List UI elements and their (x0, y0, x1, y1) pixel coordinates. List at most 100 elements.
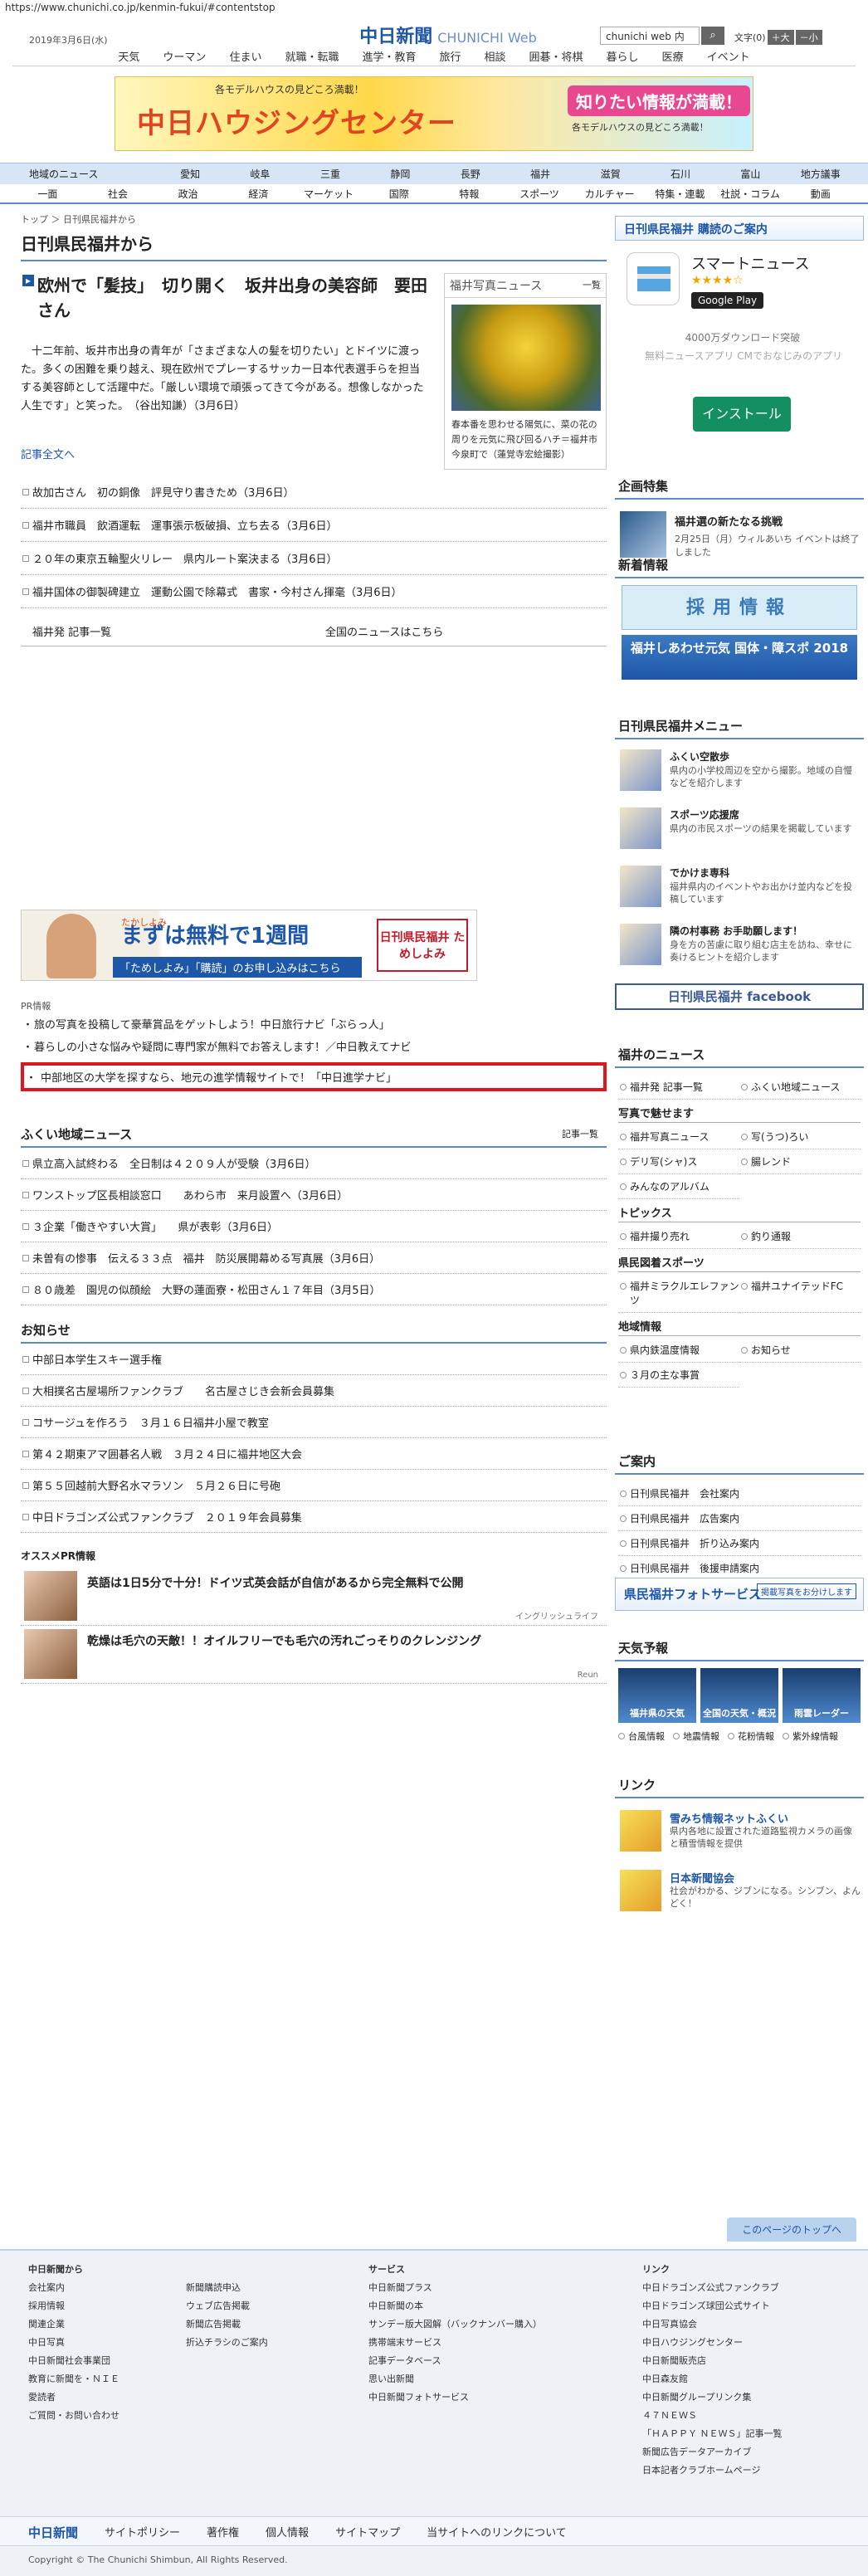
sidebar-link[interactable]: 福井ユナイテッドFC (739, 1274, 861, 1313)
region-nav-item[interactable]: 岐阜 (225, 163, 295, 185)
footer-link[interactable]: 中日ドラゴンズ公式ファンクラブ (642, 2279, 841, 2297)
national-news-link[interactable]: 全国のニュースはこちら (314, 623, 607, 639)
sidebar-link[interactable]: デリ写(シャ)ス (618, 1149, 739, 1174)
photo-news-caption[interactable]: 春本番を思わせる陽気に、菜の花の周りを元気に飛び回るハチ＝福井市今泉町で（蓮覚寺… (445, 417, 606, 469)
headline[interactable]: 欧州で「髪技」 切り開く 坂井出身の美容師 要田さん (21, 273, 427, 323)
breadcrumb[interactable]: トップ ＞ 日刊県民福井から (21, 212, 607, 226)
font-increase-button[interactable]: ＋大 (767, 30, 794, 45)
local-news-more-link[interactable]: 記事一覧 (562, 1127, 598, 1140)
global-nav-item[interactable]: 相談 (473, 46, 518, 66)
category-nav-item[interactable]: 特集・連載 (645, 184, 715, 204)
global-nav-item[interactable]: 就職・転職 (273, 46, 350, 66)
category-nav-item[interactable]: 特報 (434, 184, 505, 204)
app-ad[interactable]: スマートニュース ★★★★☆ Google Play 4000万ダウンロード突破… (615, 241, 864, 432)
font-decrease-button[interactable]: －小 (795, 30, 822, 45)
weather-tile[interactable]: 雨雲レーダー (783, 1668, 861, 1723)
region-nav-item[interactable]: 三重 (295, 163, 365, 185)
recommended-text[interactable]: 英語は1日5分で十分！ドイツ式英会話が自信があるから完全無料で公開 (87, 1574, 463, 1591)
weather-tile[interactable]: 全国の天気・概況 (700, 1668, 778, 1723)
footer-link[interactable]: 携帯端末サービス (368, 2334, 642, 2352)
pr-item[interactable]: 暮らしの小さな悩みや疑問に専門家が無料でお答えします！／中日教えてナビ (21, 1035, 607, 1057)
local-news-item[interactable]: ワンストップ区長相談窓口 あわら市 来月設置へ（3月6日） (21, 1179, 607, 1211)
global-nav-item[interactable]: ウーマン (151, 46, 217, 66)
footer-bottom-link[interactable]: サイトマップ (335, 2524, 400, 2541)
region-nav-item[interactable]: 滋賀 (575, 163, 645, 185)
region-nav-item[interactable]: 富山 (715, 163, 785, 185)
sidebar-link[interactable]: 福井撮り売れ (618, 1224, 739, 1249)
global-nav-item[interactable]: 天気 (106, 46, 151, 66)
footer-bottom-link[interactable]: 著作権 (207, 2524, 239, 2541)
sidebar-link[interactable]: ふくい地域ニュース (739, 1075, 861, 1100)
sidebar-link[interactable]: 写(うつ)ろい (739, 1125, 861, 1149)
category-nav-item[interactable]: 社会 (83, 184, 154, 204)
category-nav-item[interactable]: 政治 (153, 184, 223, 204)
recommended-text[interactable]: 乾燥は毛穴の天敵！！オイルフリーでも毛穴の汚れごっそりのクレンジング (87, 1632, 481, 1649)
category-nav-item[interactable]: 動画 (785, 184, 856, 204)
recommended-item[interactable]: 乾燥は毛穴の天敵！！オイルフリーでも毛穴の汚れごっそりのクレンジング Reun (21, 1626, 607, 1684)
full-article-link[interactable]: 記事全文へ (21, 446, 75, 461)
footer-link[interactable]: ウェブ広告掲載 (186, 2297, 368, 2315)
region-nav-item[interactable]: 福井 (505, 163, 575, 185)
sidebar-link[interactable]: 日刊県民福井 広告案内 (618, 1506, 861, 1531)
subscribe-link[interactable]: 日刊県民福井 購読のご案内 (615, 216, 864, 241)
footer-link[interactable]: 教育に新聞を・ＮＩＥ (28, 2370, 186, 2388)
sidebar-link[interactable]: 腸レンド (739, 1149, 861, 1174)
category-nav-item[interactable]: 社説・コラム (715, 184, 786, 204)
sidebar-link[interactable]: お知らせ (739, 1338, 861, 1363)
footer-link[interactable]: 折込チラシのご案内 (186, 2334, 368, 2352)
global-nav-item[interactable]: 囲碁・将棋 (518, 46, 595, 66)
category-nav-item[interactable]: カルチャー (574, 184, 645, 204)
weather-link[interactable]: 紫外線情報 (783, 1728, 846, 1744)
back-to-top-button[interactable]: このページのトップへ (727, 2217, 856, 2242)
footer-link[interactable]: 中日写真 (28, 2334, 186, 2352)
external-link-item[interactable]: 雪みち情報ネットふくい 県内各地に設置された道路監視カメラの画像と積雪情報を提供 (615, 1805, 864, 1865)
region-nav-item[interactable]: 地域のニュース (12, 163, 155, 185)
footer-link[interactable]: 記事データベース (368, 2352, 642, 2370)
sidebar-link[interactable]: 福井ミラクルエレファンツ (618, 1274, 739, 1313)
footer-link[interactable]: サンデー版大図解（バックナンバー購入） (368, 2315, 642, 2334)
notice-item[interactable]: 大相撲名古屋場所ファンクラブ 名古屋さじき会新会員募集 (21, 1375, 607, 1407)
fukui-article-list-link[interactable]: 福井発 記事一覧 (21, 623, 314, 639)
menu-item[interactable]: でかけま専科 福井県内のイベントやお出かけ並内などを投稿しています (615, 862, 864, 917)
footer-link[interactable]: 採用情報 (28, 2297, 186, 2315)
footer-link[interactable]: 思い出新聞 (368, 2370, 642, 2388)
local-news-item[interactable]: ８０歳差 園児の似顔絵 大野の蓮面寮・松田さん１７年目（3月5日） (21, 1274, 607, 1305)
sidebar-link[interactable]: 福井発 記事一覧 (618, 1075, 739, 1100)
photo-service-banner[interactable]: 掲載写真をお分けします 県民福井フォトサービス (615, 1578, 864, 1611)
notice-item[interactable]: 第５５回越前大野名水マラソン ５月２６日に号砲 (21, 1470, 607, 1501)
notice-item[interactable]: コサージュを作ろう ３月１６日福井小屋で教室 (21, 1407, 607, 1438)
footer-link[interactable]: 愛読者 (28, 2388, 186, 2407)
housing-banner-ad[interactable]: 各モデルハウスの見どころ満載！ 中日ハウジングセンター 知りたい情報が満載！ 各… (115, 76, 753, 151)
footer-bottom-link[interactable]: 中日新聞 (28, 2524, 78, 2541)
notice-item[interactable]: 第４２期東アマ囲碁名人戦 ３月２４日に福井地区大会 (21, 1438, 607, 1470)
region-nav-item[interactable]: 地方議事 (786, 163, 856, 185)
recommended-item[interactable]: 英語は1日5分で十分！ドイツ式英会話が自信があるから完全無料で公開 イングリッシュ… (21, 1568, 607, 1626)
sidebar-link[interactable]: 日刊県民福井 会社案内 (618, 1481, 861, 1506)
local-news-item[interactable]: ３企業「働きやすい大賞」 県が表彰（3月6日） (21, 1211, 607, 1242)
footer-link[interactable]: 関連企業 (28, 2315, 186, 2334)
category-nav-item[interactable]: スポーツ (505, 184, 575, 204)
pr-item[interactable]: 中部地区の大学を探すなら、地元の進学情報サイトで！「中日進学ナビ」 (21, 1062, 607, 1091)
weather-tile[interactable]: 福井県の天気 (618, 1668, 696, 1723)
search-icon[interactable]: ⌕ (701, 27, 724, 45)
footer-link[interactable]: 日本記者クラブホームページ (642, 2461, 841, 2480)
footer-link[interactable]: 中日新聞プラス (368, 2279, 642, 2297)
footer-bottom-link[interactable]: サイトポリシー (105, 2524, 180, 2541)
footer-link[interactable]: 「ＨＡＰＰＹ ＮＥＷＳ」記事一覧 (642, 2425, 841, 2443)
footer-bottom-link[interactable]: 個人情報 (266, 2524, 309, 2541)
category-nav-item[interactable]: 経済 (223, 184, 294, 204)
recruit-banner[interactable]: 採用情報 (622, 585, 857, 630)
footer-link[interactable]: 新聞広告データアーカイブ (642, 2443, 841, 2461)
article-list-item[interactable]: 福井国体の御製碑建立 運動公園で除幕式 書家・今村さん揮毫（3月6日） (21, 575, 607, 608)
headline-text[interactable]: 欧州で「髪技」 切り開く 坂井出身の美容師 要田さん (21, 273, 427, 323)
notice-item[interactable]: 中部日本学生スキー選手権 (21, 1344, 607, 1375)
external-link-item[interactable]: 日本新聞協会 社会がわかる、ジブンになる。シンブン、よんどく！ (615, 1865, 864, 1925)
footer-link[interactable]: 中日新聞グループリンク集 (642, 2388, 841, 2407)
sidebar-link[interactable]: 釣り通報 (739, 1224, 861, 1249)
local-news-item[interactable]: 未曽有の惨事 伝える３３点 福井 防災展開幕める写真展（3月6日） (21, 1242, 607, 1274)
region-nav-item[interactable]: 長野 (436, 163, 505, 185)
local-news-item[interactable]: 県立高入試終わる 全日制は４２０９人が受験（3月6日） (21, 1148, 607, 1179)
photo-news-list-link[interactable]: 一覧 (583, 278, 601, 291)
footer-link[interactable]: 中日新聞販売店 (642, 2352, 841, 2370)
sidebar-link[interactable]: みんなのアルバム (618, 1174, 739, 1199)
